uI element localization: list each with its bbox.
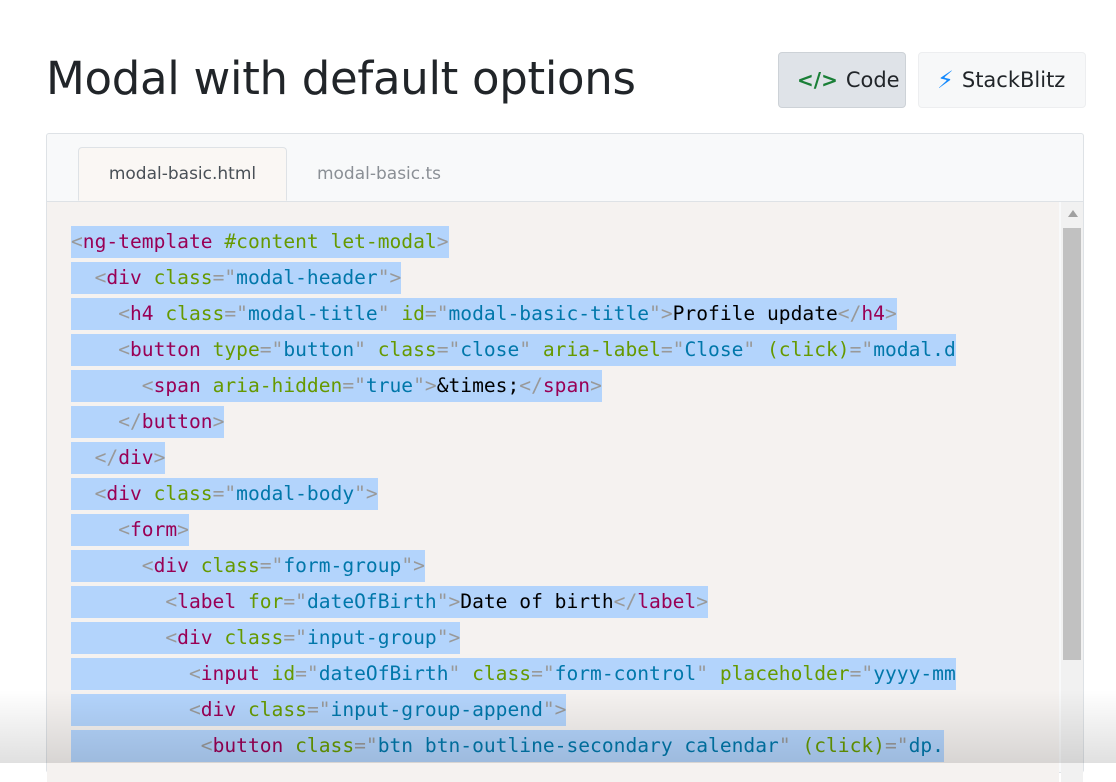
- code-icon: </>: [797, 68, 838, 92]
- code-line: <div class="input-group-append">: [71, 694, 567, 726]
- scrollbar-thumb[interactable]: [1063, 228, 1081, 660]
- code-line: <label for="dateOfBirth">Date of birth</…: [71, 586, 709, 618]
- code-line: <div class="form-group">: [71, 550, 425, 582]
- page-title: Modal with default options: [46, 52, 636, 105]
- code-line: </div>: [71, 442, 166, 474]
- code-line: <span aria-hidden="true">&times;</span>: [71, 370, 602, 402]
- code-line: <button type="button" class="close" aria…: [71, 334, 956, 366]
- code-line: <div class="modal-header">: [71, 262, 402, 294]
- file-tabs: modal-basic.html modal-basic.ts: [47, 134, 1083, 202]
- code-button-label: Code: [845, 68, 900, 92]
- scroll-up-arrow-icon[interactable]: [1068, 210, 1078, 217]
- code-line: <div class="modal-body">: [71, 478, 378, 510]
- tab-modal-basic-html[interactable]: modal-basic.html: [78, 147, 287, 201]
- code-line: <input id="dateOfBirth" class="form-cont…: [71, 658, 956, 690]
- code-example-card: modal-basic.html modal-basic.ts <ng-temp…: [46, 133, 1084, 782]
- code-line: <button class="btn btn-outline-secondary…: [71, 730, 944, 762]
- stackblitz-button[interactable]: ⚡︎ StackBlitz: [918, 52, 1086, 108]
- lightning-bolt-icon: ⚡︎: [937, 66, 954, 94]
- code-line: <form>: [71, 514, 189, 546]
- code-line: <h4 class="modal-title" id="modal-basic-…: [71, 298, 897, 330]
- code-line: </button>: [71, 406, 225, 438]
- code-button[interactable]: </> Code: [778, 52, 906, 108]
- code-line: <div class="input-group">: [71, 622, 461, 654]
- tab-modal-basic-ts[interactable]: modal-basic.ts: [309, 147, 449, 201]
- code-line: <ng-template #content let-modal>: [71, 226, 449, 258]
- stackblitz-button-label: StackBlitz: [961, 68, 1066, 92]
- code-block[interactable]: <ng-template #content let-modal> <div cl…: [47, 202, 1059, 782]
